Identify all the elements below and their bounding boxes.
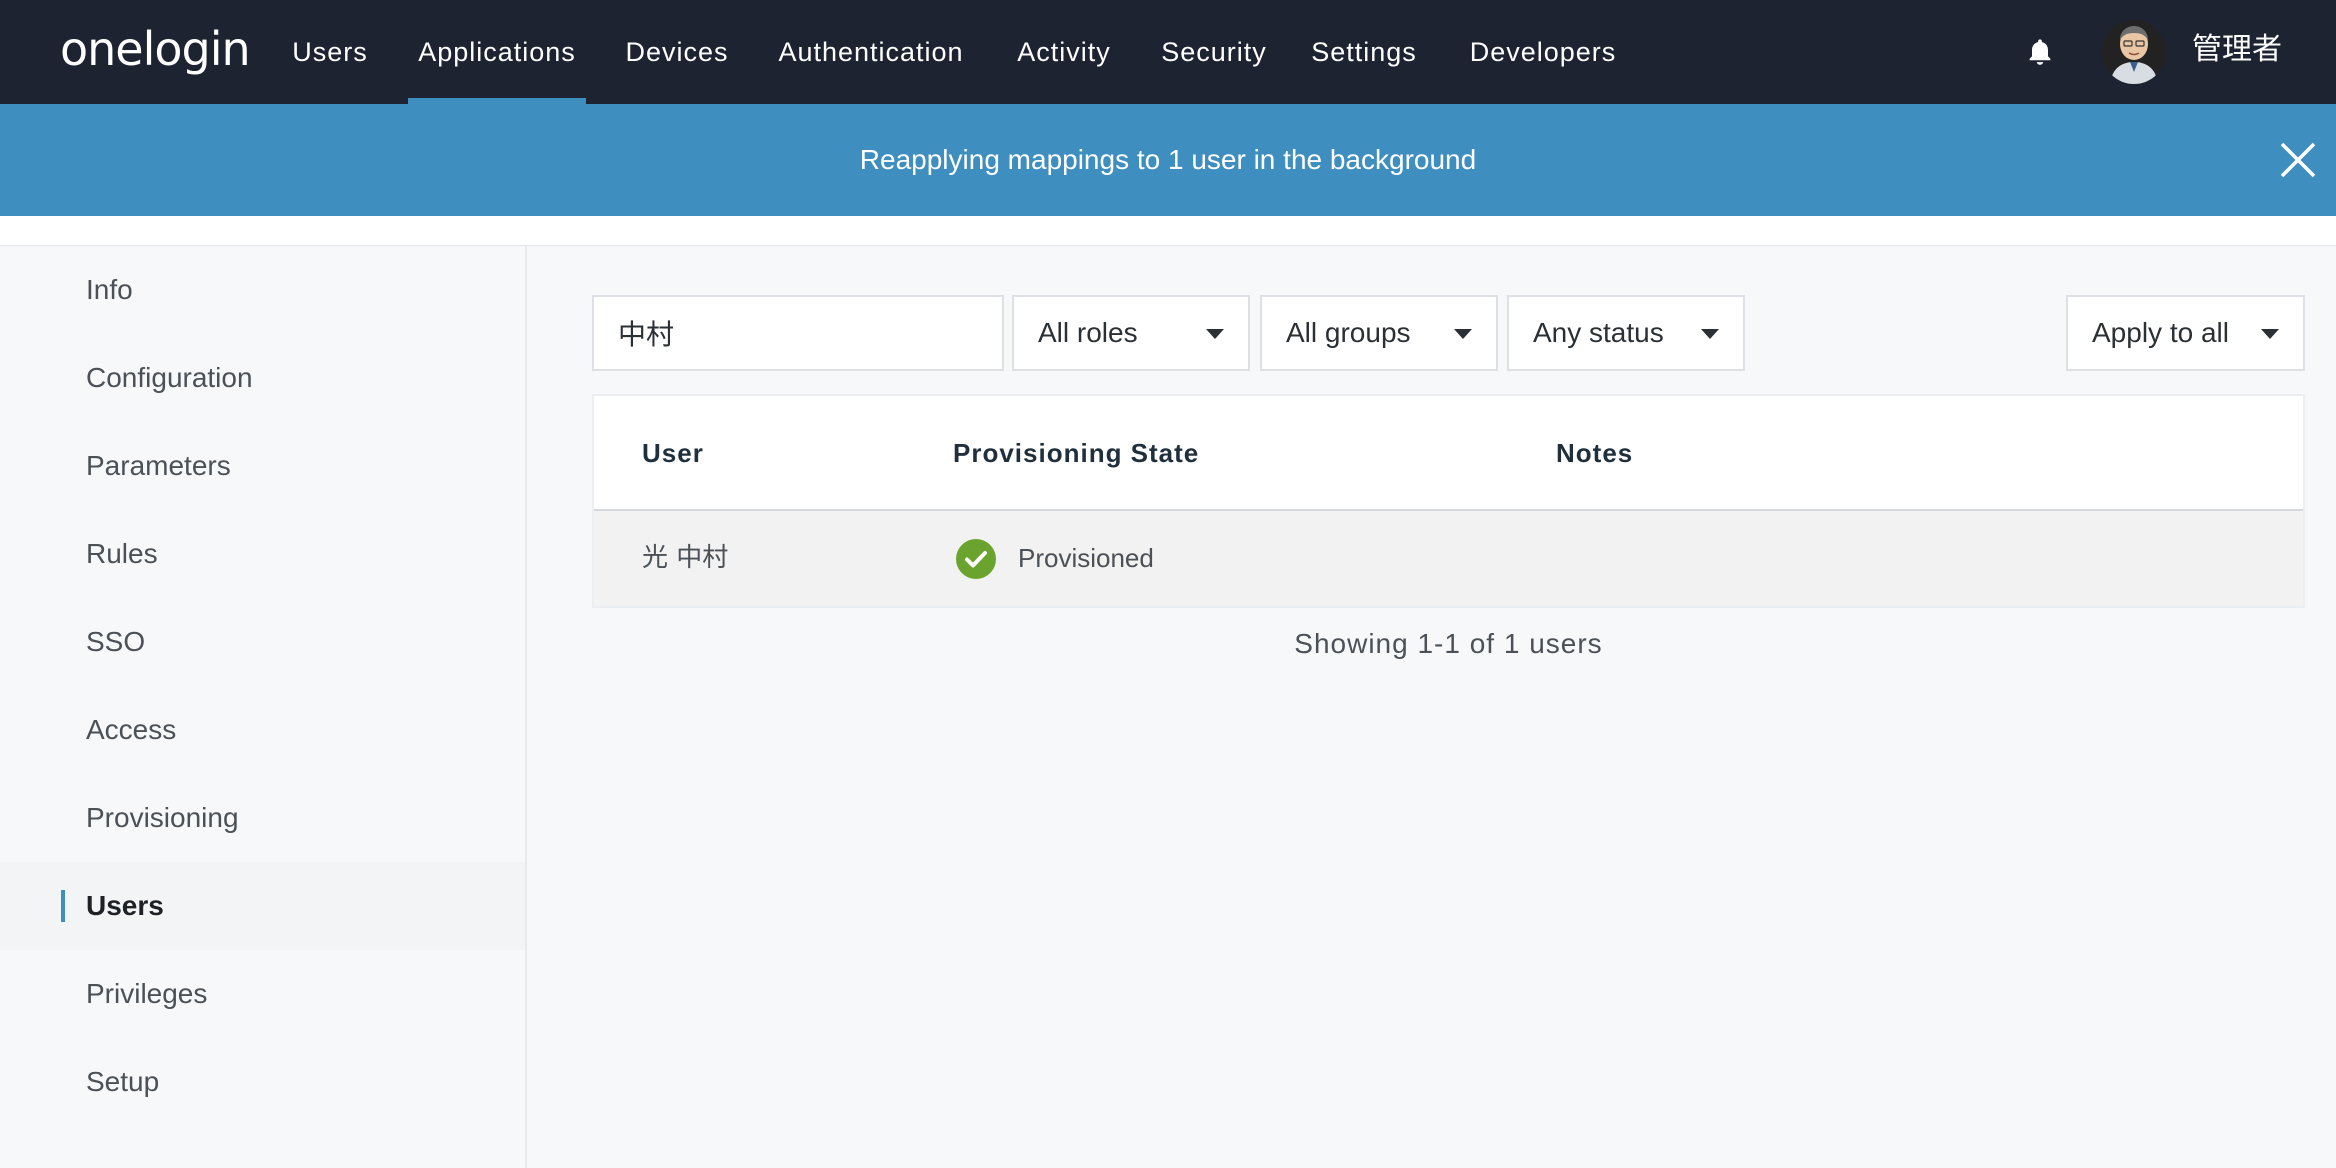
users-table: User Provisioning State Notes 光 中村 Provi…: [592, 394, 2305, 608]
sidebar-item-configuration[interactable]: Configuration: [0, 334, 525, 422]
bell-icon[interactable]: [2024, 36, 2056, 68]
status-filter-dropdown[interactable]: Any status: [1507, 295, 1745, 371]
table-row[interactable]: 光 中村 Provisioned: [594, 511, 2303, 606]
column-header-provisioning-state[interactable]: Provisioning State: [953, 396, 1199, 510]
nav-authentication[interactable]: Authentication: [768, 0, 974, 104]
nav-users[interactable]: Users: [284, 0, 376, 104]
chevron-down-icon: [2261, 329, 2279, 339]
top-navigation-bar: onelogin Users Applications Devices Auth…: [0, 0, 2336, 104]
user-name[interactable]: 管理者: [2192, 0, 2282, 104]
sidebar-item-provisioning[interactable]: Provisioning: [0, 774, 525, 862]
user-name-cell[interactable]: 光 中村: [642, 511, 728, 606]
onelogin-logo[interactable]: onelogin: [60, 22, 251, 76]
check-circle-icon: [956, 539, 996, 579]
banner-message: Reapplying mappings to 1 user in the bac…: [859, 144, 1477, 175]
user-avatar[interactable]: [2102, 20, 2166, 84]
app-sidebar: Info Configuration Parameters Rules SSO …: [0, 246, 527, 1168]
sub-header-strip: [0, 216, 2336, 246]
apply-to-all-label: Apply to all: [2092, 317, 2229, 348]
sidebar-item-rules[interactable]: Rules: [0, 510, 525, 598]
groups-filter-label: All groups: [1286, 317, 1411, 348]
nav-devices[interactable]: Devices: [618, 0, 736, 104]
chevron-down-icon: [1454, 329, 1472, 339]
chevron-down-icon: [1701, 329, 1719, 339]
sidebar-item-privileges[interactable]: Privileges: [0, 950, 525, 1038]
nav-developers[interactable]: Developers: [1454, 0, 1632, 104]
roles-filter-dropdown[interactable]: All roles: [1012, 295, 1250, 371]
close-icon[interactable]: [2276, 138, 2320, 182]
pagination-summary: Showing 1-1 of 1 users: [1294, 628, 1603, 659]
chevron-down-icon: [1206, 329, 1224, 339]
avatar-image: [2102, 20, 2166, 84]
sidebar-item-sso[interactable]: SSO: [0, 598, 525, 686]
sidebar-item-setup[interactable]: Setup: [0, 1038, 525, 1126]
nav-activity[interactable]: Activity: [1006, 0, 1122, 104]
roles-filter-label: All roles: [1038, 317, 1138, 348]
notification-banner: Reapplying mappings to 1 user in the bac…: [0, 104, 2336, 216]
apply-to-all-dropdown[interactable]: Apply to all: [2066, 295, 2305, 371]
user-search-input[interactable]: [592, 295, 1004, 371]
status-filter-label: Any status: [1533, 317, 1664, 348]
column-header-notes[interactable]: Notes: [1556, 396, 1633, 510]
provisioning-state-cell: Provisioned: [1018, 543, 1154, 573]
column-header-user[interactable]: User: [642, 396, 704, 510]
sidebar-item-parameters[interactable]: Parameters: [0, 422, 525, 510]
sidebar-item-info[interactable]: Info: [0, 246, 525, 334]
sidebar-item-users[interactable]: Users: [0, 862, 525, 950]
groups-filter-dropdown[interactable]: All groups: [1260, 295, 1498, 371]
nav-applications[interactable]: Applications: [408, 0, 586, 104]
nav-security[interactable]: Security: [1154, 0, 1274, 104]
nav-settings[interactable]: Settings: [1306, 0, 1422, 104]
sidebar-item-access[interactable]: Access: [0, 686, 525, 774]
